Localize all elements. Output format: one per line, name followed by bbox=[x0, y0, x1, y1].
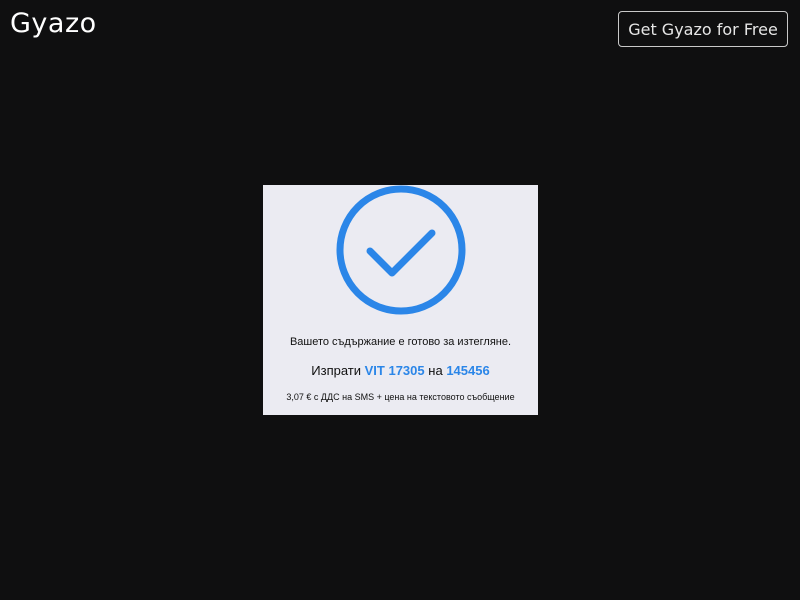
price-note: 3,07 € с ДДС на SMS + цена на текстовото… bbox=[286, 392, 515, 402]
short-number: 145456 bbox=[446, 363, 490, 378]
check-circle-icon bbox=[336, 185, 466, 315]
send-prefix: Изпрати bbox=[311, 363, 362, 378]
send-middle: на bbox=[428, 363, 443, 378]
ready-message: Вашето съдържание е готово за изтегляне. bbox=[289, 336, 512, 348]
get-gyazo-button[interactable]: Get Gyazo for Free bbox=[618, 11, 788, 47]
sms-instruction: Изпрати VIT 17305 на 145456 bbox=[263, 363, 538, 378]
page: Gyazo Get Gyazo for Free Вашето съдържан… bbox=[0, 0, 800, 600]
screenshot-image: Вашето съдържание е готово за изтегляне.… bbox=[263, 185, 538, 415]
sms-code: VIT 17305 bbox=[364, 363, 425, 378]
gyazo-logo[interactable]: Gyazo bbox=[10, 8, 97, 39]
